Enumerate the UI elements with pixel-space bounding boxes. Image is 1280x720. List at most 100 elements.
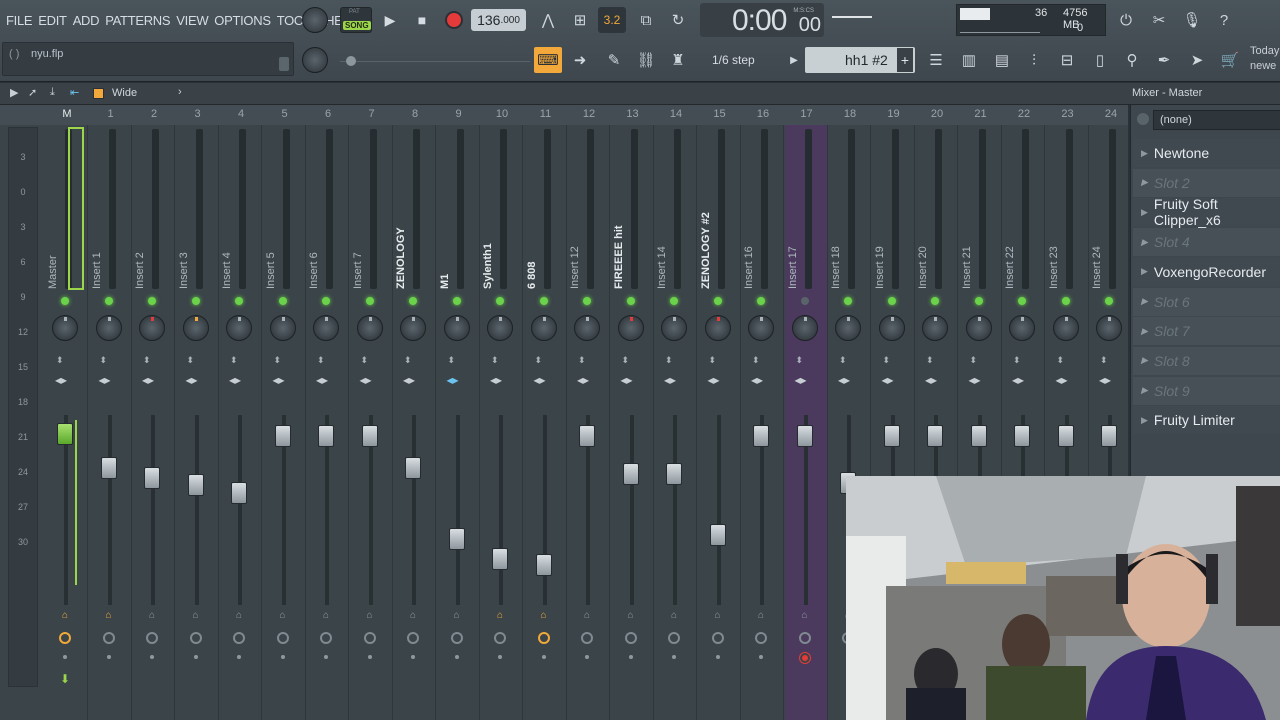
- mixer-tools-icon[interactable]: ➚: [28, 86, 37, 99]
- swap-channels-icon[interactable]: ◂▸: [838, 373, 850, 387]
- menu-patterns[interactable]: PATTERNS: [105, 13, 170, 28]
- channel-name[interactable]: Insert 6: [308, 215, 322, 289]
- arm-switch[interactable]: [454, 655, 459, 659]
- swap-channels-icon[interactable]: ◂▸: [360, 373, 372, 387]
- volume-fader[interactable]: [144, 466, 160, 489]
- swap-channels-icon[interactable]: ◂▸: [447, 373, 459, 387]
- pat-song-toggle[interactable]: PAT SONG: [340, 7, 372, 33]
- channel-name[interactable]: Insert 17: [787, 215, 801, 289]
- volume-fader[interactable]: [796, 424, 813, 447]
- mixer-menu-arrow-icon[interactable]: ▶: [10, 86, 18, 99]
- performance-button[interactable]: ✒: [1150, 47, 1178, 73]
- volume-fader[interactable]: [1014, 424, 1030, 447]
- send-knob[interactable]: [146, 632, 158, 644]
- pan-knob[interactable]: [226, 315, 252, 341]
- channel-name[interactable]: Insert 1: [91, 215, 105, 289]
- volume-fader[interactable]: [970, 424, 987, 447]
- send-knob[interactable]: [102, 632, 115, 644]
- volume-fader[interactable]: [753, 424, 769, 447]
- slot-arrow-icon[interactable]: ▶: [1141, 326, 1148, 337]
- stereo-separation-icon[interactable]: ⬍: [230, 355, 238, 366]
- news-panel[interactable]: Today newe: [1250, 44, 1280, 74]
- master-pitch-knob[interactable]: [302, 47, 328, 73]
- swap-channels-icon[interactable]: ◂▸: [186, 373, 198, 387]
- channel-name[interactable]: Insert 22: [1004, 215, 1018, 289]
- mute-switch[interactable]: [278, 297, 287, 305]
- mute-switch[interactable]: [670, 297, 678, 305]
- swap-channels-icon[interactable]: ◂▸: [577, 373, 589, 387]
- mic-button[interactable]: 🎙: [1178, 7, 1206, 33]
- mute-switch[interactable]: [974, 297, 983, 305]
- mute-switch[interactable]: [1018, 297, 1026, 305]
- mute-switch[interactable]: [583, 297, 591, 305]
- volume-fader[interactable]: [231, 481, 247, 504]
- preset-icon[interactable]: [1137, 113, 1149, 125]
- swap-channels-icon[interactable]: ◂▸: [664, 373, 676, 387]
- mute-switch[interactable]: [496, 297, 504, 305]
- shop-button[interactable]: 🛒: [1216, 47, 1244, 73]
- slot-arrow-icon[interactable]: ▶: [1141, 385, 1148, 396]
- slot-arrow-icon[interactable]: ▶: [1141, 266, 1148, 277]
- route-arrow-icon[interactable]: ⌂: [190, 610, 202, 622]
- pan-knob[interactable]: [574, 315, 600, 341]
- volume-fader[interactable]: [709, 523, 726, 546]
- mixer-button[interactable]: ⫶: [1020, 47, 1048, 73]
- pan-knob[interactable]: [1009, 315, 1035, 341]
- stereo-separation-icon[interactable]: ⬍: [883, 355, 891, 366]
- pan-knob[interactable]: [1096, 315, 1122, 341]
- channel-name[interactable]: Insert 20: [917, 215, 931, 289]
- stereo-separation-icon[interactable]: ⬍: [274, 355, 282, 366]
- arm-switch[interactable]: [63, 655, 67, 659]
- fx-slot[interactable]: ▶ Slot 9: [1133, 376, 1280, 405]
- arm-switch[interactable]: [585, 655, 589, 659]
- send-knob[interactable]: [537, 632, 550, 644]
- swap-channels-icon[interactable]: ◂▸: [751, 373, 763, 387]
- pan-knob[interactable]: [661, 315, 687, 341]
- mute-switch[interactable]: [931, 297, 939, 305]
- pan-knob[interactable]: [530, 315, 557, 341]
- pan-knob[interactable]: [95, 315, 122, 341]
- time-display[interactable]: 0:00 M:S:CS 00: [700, 3, 824, 37]
- channel-name[interactable]: M1: [439, 215, 453, 289]
- pan-knob[interactable]: [1052, 315, 1079, 341]
- send-knob[interactable]: [711, 632, 724, 644]
- swap-channels-icon[interactable]: ◂▸: [1056, 373, 1068, 387]
- mixer-strip[interactable]: Insert 6 ⬍ ◂▸ ⌂: [306, 125, 349, 720]
- swap-channels-icon[interactable]: ◂▸: [403, 373, 415, 387]
- send-knob[interactable]: [624, 632, 637, 644]
- fx-slot[interactable]: ▶ VoxengoRecorder: [1133, 257, 1280, 286]
- stereo-separation-icon[interactable]: ⬍: [361, 355, 369, 366]
- mixer-strip[interactable]: ZENOLOGY ⬍ ◂▸ ⌂: [393, 125, 436, 720]
- pattern-play-button[interactable]: ▶: [786, 47, 802, 73]
- swap-channels-icon[interactable]: ◂▸: [55, 373, 67, 387]
- mixer-strip[interactable]: ZENOLOGY #2 ⬍ ◂▸ ⌂: [698, 125, 741, 720]
- mute-switch[interactable]: [1061, 297, 1070, 305]
- volume-fader[interactable]: [274, 424, 291, 447]
- swap-channels-icon[interactable]: ◂▸: [925, 373, 937, 387]
- arm-switch[interactable]: [367, 655, 372, 659]
- channel-name[interactable]: 6 808: [526, 215, 540, 289]
- arm-switch[interactable]: [106, 655, 111, 659]
- stereo-separation-icon[interactable]: ⬍: [143, 355, 151, 366]
- route-arrow-icon[interactable]: ⌂: [668, 610, 680, 622]
- help-button[interactable]: ?: [1210, 7, 1238, 33]
- mute-switch[interactable]: [235, 297, 243, 305]
- channel-name[interactable]: Insert 12: [569, 215, 583, 289]
- slot-arrow-icon[interactable]: ▶: [1141, 415, 1148, 426]
- arm-switch[interactable]: [411, 655, 415, 659]
- channel-name[interactable]: Insert 23: [1048, 215, 1062, 289]
- swap-channels-icon[interactable]: ◂▸: [795, 373, 807, 387]
- volume-fader[interactable]: [535, 554, 552, 577]
- tools-button[interactable]: ✂: [1145, 7, 1173, 33]
- channel-name[interactable]: Insert 14: [656, 215, 670, 289]
- route-arrow-icon[interactable]: ⌂: [494, 610, 506, 622]
- channel-name[interactable]: ZENOLOGY #2: [700, 212, 714, 289]
- loop-record-button[interactable]: ↻: [664, 7, 692, 33]
- volume-fader[interactable]: [622, 462, 639, 485]
- mute-switch[interactable]: [104, 297, 113, 305]
- arm-switch[interactable]: [715, 655, 720, 659]
- play-button[interactable]: ▶: [376, 7, 404, 33]
- slot-arrow-icon[interactable]: ▶: [1141, 237, 1148, 248]
- stereo-separation-icon[interactable]: ⬍: [535, 355, 543, 366]
- stereo-separation-icon[interactable]: ⬍: [752, 355, 760, 366]
